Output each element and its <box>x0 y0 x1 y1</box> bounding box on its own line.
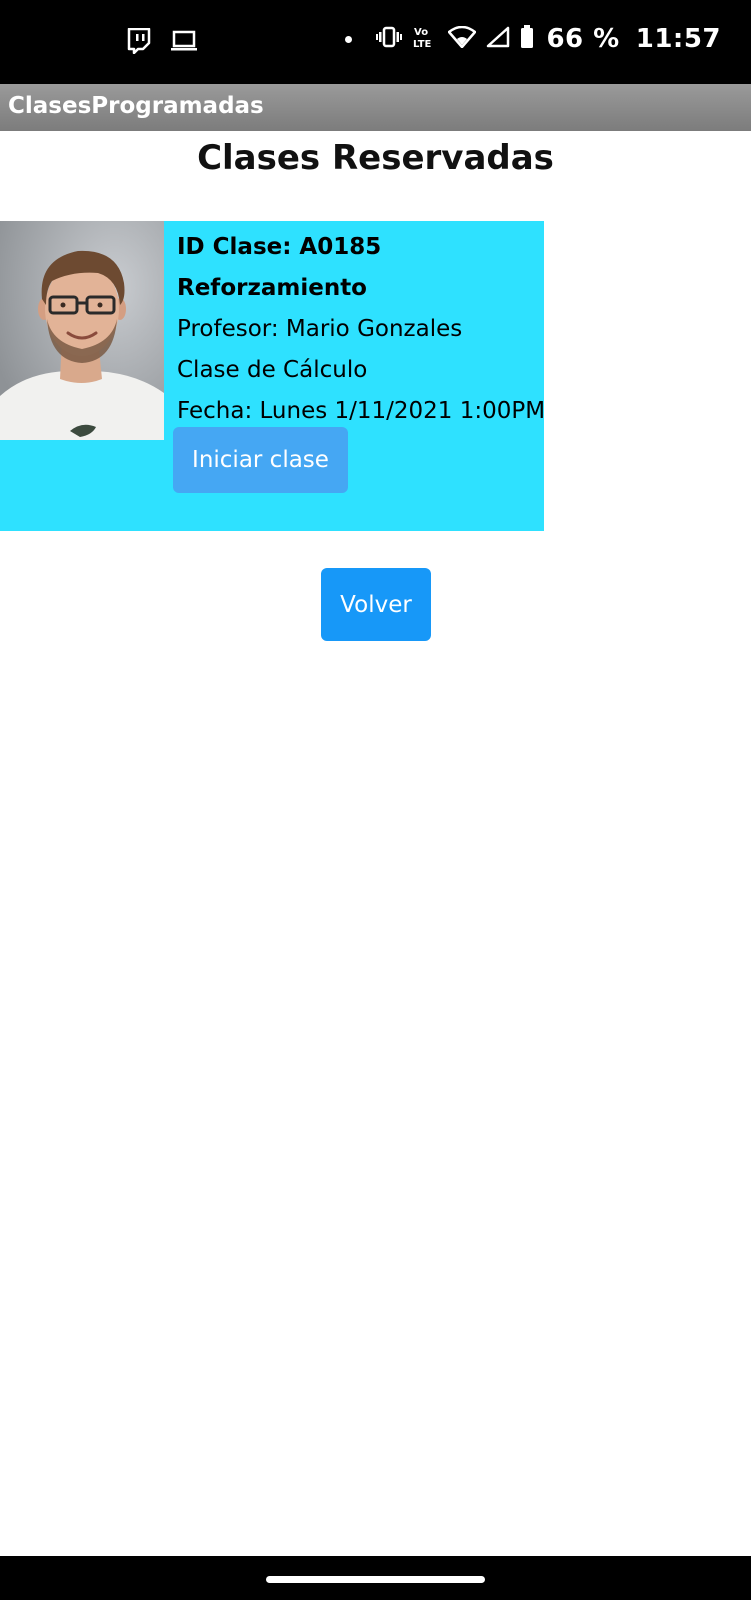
class-subject: Clase de Cálculo <box>177 357 368 383</box>
status-bar-time: 11:57 <box>635 24 721 54</box>
class-type: Reforzamiento <box>177 275 367 301</box>
twitch-icon <box>126 27 152 59</box>
status-bar-left <box>126 27 198 59</box>
app-title: ClasesProgramadas <box>8 93 264 119</box>
home-gesture-bar[interactable] <box>266 1576 485 1583</box>
wifi-icon <box>448 25 477 52</box>
laptop-icon <box>170 29 198 58</box>
class-info: ID Clase: A0185 Reforzamiento Profesor: … <box>177 227 545 432</box>
class-teacher: Profesor: Mario Gonzales <box>177 316 463 342</box>
action-bar: ClasesProgramadas <box>0 84 751 131</box>
status-bar-right: Vo LTE 66 % 11:57 <box>345 24 721 54</box>
status-bar: Vo LTE 66 % 11:57 <box>0 0 751 84</box>
battery-icon <box>520 25 534 53</box>
signal-icon <box>486 26 510 52</box>
vibrate-icon <box>376 26 403 52</box>
page-title: Clases Reservadas <box>197 138 554 178</box>
notification-dot-icon <box>345 35 353 43</box>
reserved-class-card: ID Clase: A0185 Reforzamiento Profesor: … <box>0 221 545 531</box>
class-date: Fecha: Lunes 1/11/2021 1:00PM <box>177 398 546 424</box>
battery-percentage: 66 % <box>546 24 620 54</box>
start-class-button[interactable]: Iniciar clase <box>173 427 348 493</box>
teacher-photo <box>0 221 164 440</box>
svg-text:LTE: LTE <box>413 39 432 49</box>
volte-icon: Vo LTE <box>412 25 438 53</box>
back-button[interactable]: Volver <box>321 568 431 641</box>
svg-text:Vo: Vo <box>414 27 428 38</box>
navigation-bar <box>0 1556 751 1600</box>
class-id: ID Clase: A0185 <box>177 234 382 260</box>
